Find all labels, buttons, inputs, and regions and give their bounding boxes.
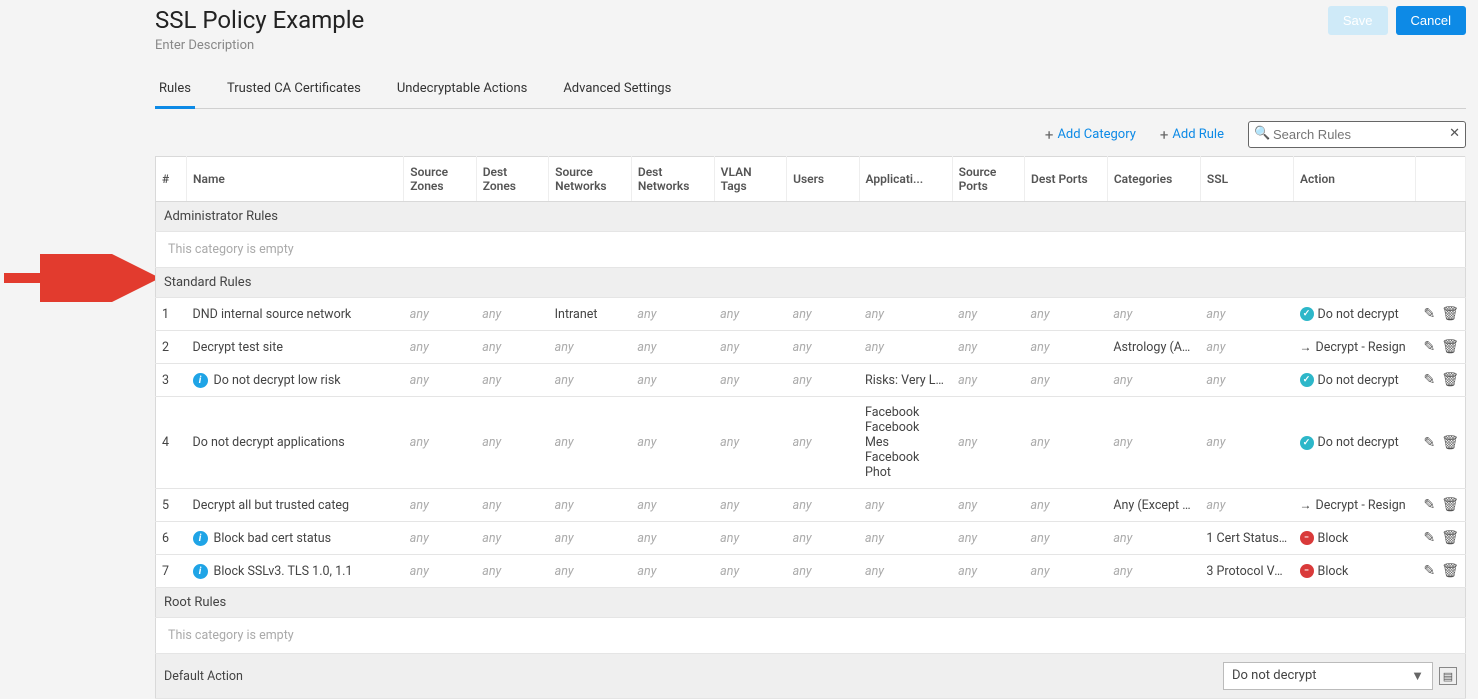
info-icon[interactable]: i xyxy=(193,564,208,579)
rule-name: Do not decrypt low risk xyxy=(214,373,341,388)
page-description[interactable]: Enter Description xyxy=(155,38,364,53)
edit-icon[interactable]: ✎ xyxy=(1423,530,1435,546)
edit-icon[interactable]: ✎ xyxy=(1423,435,1435,451)
action-label: Decrypt - Resign xyxy=(1316,340,1406,355)
column-header: Applicati... xyxy=(859,157,952,202)
page-title: SSL Policy Example xyxy=(155,6,364,34)
plus-icon: + xyxy=(1160,126,1169,144)
column-header: VLAN Tags xyxy=(714,157,786,202)
clear-search-icon[interactable]: ✕ xyxy=(1449,126,1460,141)
column-header: Source Zones xyxy=(404,157,476,202)
tab-trusted-ca-certificates[interactable]: Trusted CA Certificates xyxy=(223,71,365,108)
column-header: Users xyxy=(787,157,859,202)
delete-icon[interactable]: 🗑 xyxy=(1441,563,1459,579)
column-header: Dest Ports xyxy=(1025,157,1108,202)
empty-category-text: This category is empty xyxy=(156,618,1466,654)
add-category-label: Add Category xyxy=(1057,127,1135,142)
table-row[interactable]: 1DND internal source networkanyanyIntran… xyxy=(156,298,1466,331)
column-header: Source Networks xyxy=(549,157,632,202)
add-rule-button[interactable]: + Add Rule xyxy=(1160,126,1224,144)
delete-icon[interactable]: 🗑 xyxy=(1441,530,1459,546)
delete-icon[interactable]: 🗑 xyxy=(1441,435,1459,451)
default-action-label: Default Action xyxy=(156,654,1201,699)
cancel-button[interactable]: Cancel xyxy=(1396,6,1466,35)
action-label: Decrypt - Resign xyxy=(1316,498,1406,513)
table-row[interactable]: 2Decrypt test siteanyanyanyanyanyanyanya… xyxy=(156,331,1466,364)
tabs: Rules Trusted CA Certificates Undecryptabl… xyxy=(155,71,1466,109)
log-icon[interactable]: ▤ xyxy=(1439,667,1457,685)
delete-icon[interactable]: 🗑 xyxy=(1441,306,1459,322)
edit-icon[interactable]: ✎ xyxy=(1423,563,1435,579)
rule-name: Block bad cert status xyxy=(214,531,332,546)
tab-advanced-settings[interactable]: Advanced Settings xyxy=(559,71,675,108)
category-header: Root Rules xyxy=(156,588,1466,618)
table-row[interactable]: 4Do not decrypt applicationsanyanyanyany… xyxy=(156,397,1466,489)
delete-icon[interactable]: 🗑 xyxy=(1441,339,1459,355)
check-icon: ✓ xyxy=(1300,436,1314,450)
edit-icon[interactable]: ✎ xyxy=(1423,372,1435,388)
rules-table: #NameSource ZonesDest ZonesSource Networ… xyxy=(155,156,1466,699)
block-icon: − xyxy=(1300,531,1314,545)
delete-icon[interactable]: 🗑 xyxy=(1441,497,1459,513)
search-input[interactable] xyxy=(1248,121,1466,148)
check-icon: ✓ xyxy=(1300,307,1314,321)
action-label: Block xyxy=(1318,531,1349,546)
table-row[interactable]: 6iBlock bad cert statusanyanyanyanyanyan… xyxy=(156,522,1466,555)
action-label: Do not decrypt xyxy=(1318,435,1399,450)
column-header: Categories xyxy=(1107,157,1200,202)
rule-name: DND internal source network xyxy=(193,307,352,322)
table-row[interactable]: 7iBlock SSLv3. TLS 1.0, 1.1anyanyanyanya… xyxy=(156,555,1466,588)
save-button: Save xyxy=(1328,6,1388,35)
rule-name: Do not decrypt applications xyxy=(193,435,345,450)
arrow-right-icon: → xyxy=(1300,498,1312,512)
plus-icon: + xyxy=(1045,126,1054,144)
tab-undecryptable-actions[interactable]: Undecryptable Actions xyxy=(393,71,532,108)
column-header: SSL xyxy=(1200,157,1293,202)
action-label: Block xyxy=(1318,564,1349,579)
column-header: Action xyxy=(1294,157,1416,202)
add-category-button[interactable]: + Add Category xyxy=(1045,126,1136,144)
rule-name: Block SSLv3. TLS 1.0, 1.1 xyxy=(214,564,353,579)
category-header: Administrator Rules xyxy=(156,202,1466,232)
info-icon[interactable]: i xyxy=(193,373,208,388)
edit-icon[interactable]: ✎ xyxy=(1423,306,1435,322)
annotation-arrow xyxy=(0,254,155,302)
add-rule-label: Add Rule xyxy=(1172,127,1224,142)
rule-name: Decrypt test site xyxy=(193,340,283,355)
delete-icon[interactable]: 🗑 xyxy=(1441,372,1459,388)
default-action-select[interactable]: Do not decrypt▼ xyxy=(1223,662,1433,690)
table-row[interactable]: 3iDo not decrypt low riskanyanyanyanyany… xyxy=(156,364,1466,397)
column-header: # xyxy=(156,157,187,202)
column-header: Dest Networks xyxy=(631,157,714,202)
category-header: Standard Rules xyxy=(156,268,1466,298)
block-icon: − xyxy=(1300,564,1314,578)
info-icon[interactable]: i xyxy=(193,531,208,546)
rule-name: Decrypt all but trusted categ xyxy=(193,498,350,513)
action-label: Do not decrypt xyxy=(1318,307,1399,322)
tab-rules[interactable]: Rules xyxy=(155,71,195,108)
column-header: Dest Zones xyxy=(476,157,548,202)
edit-icon[interactable]: ✎ xyxy=(1423,497,1435,513)
check-icon: ✓ xyxy=(1300,373,1314,387)
column-header: Name xyxy=(187,157,404,202)
edit-icon[interactable]: ✎ xyxy=(1423,339,1435,355)
chevron-down-icon: ▼ xyxy=(1411,668,1424,684)
column-header: Source Ports xyxy=(952,157,1024,202)
action-label: Do not decrypt xyxy=(1318,373,1399,388)
empty-category-text: This category is empty xyxy=(156,232,1466,268)
arrow-right-icon: → xyxy=(1300,340,1312,354)
search-icon: 🔍 xyxy=(1254,126,1270,141)
table-row[interactable]: 5Decrypt all but trusted categanyanyanya… xyxy=(156,489,1466,522)
